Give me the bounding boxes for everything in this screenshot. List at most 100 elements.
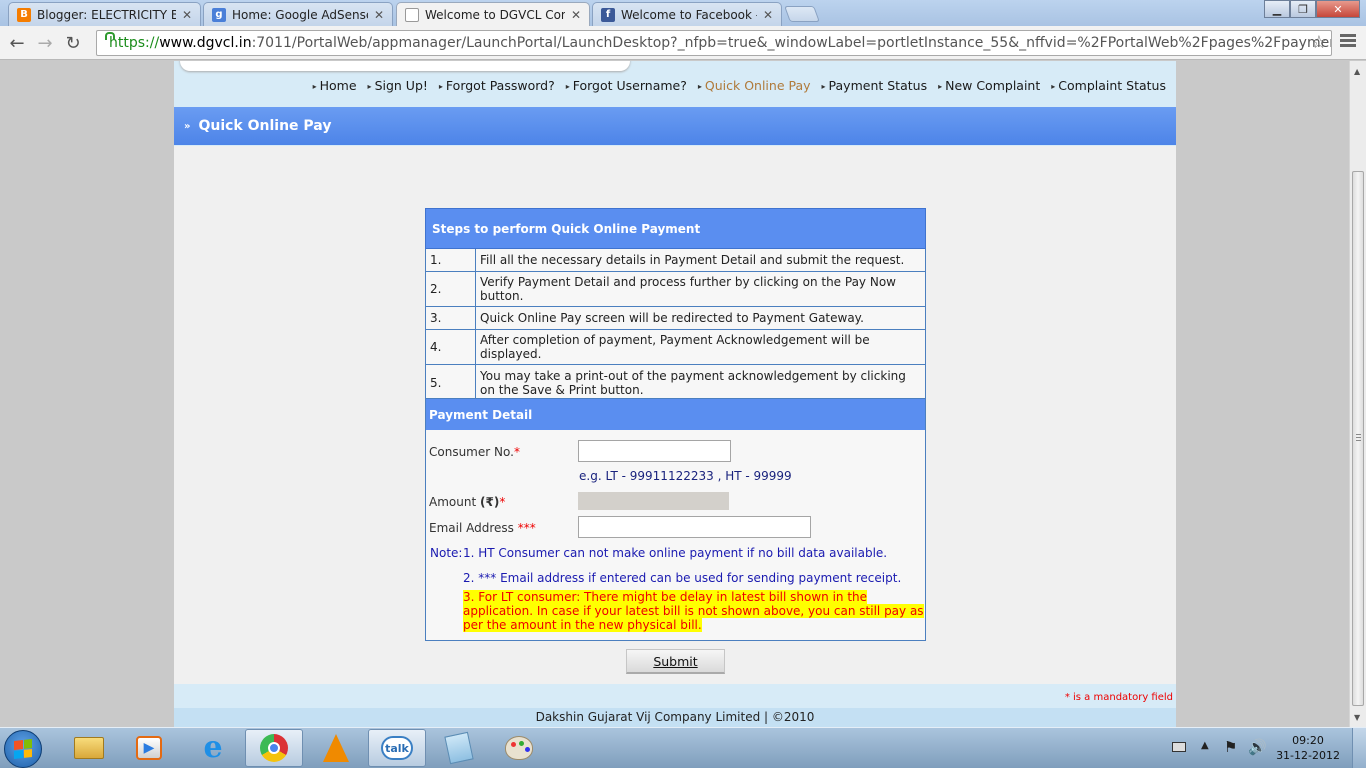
consumer-no-label: Consumer No.* <box>429 445 520 459</box>
portlet-header: » Quick Online Pay <box>174 107 1176 145</box>
close-icon[interactable]: ✕ <box>763 8 773 22</box>
start-button[interactable] <box>4 730 42 768</box>
vlc-icon[interactable] <box>307 729 365 767</box>
forward-arrow-icon[interactable]: → <box>34 32 56 54</box>
required-marker: * <box>513 445 520 459</box>
consumer-no-text: Consumer No. <box>429 445 514 459</box>
note-3: 3. For LT consumer: There might be delay… <box>463 590 925 632</box>
address-bar[interactable]: https://www.dgvcl.in:7011/PortalWeb/appm… <box>96 30 1332 56</box>
action-center-flag-icon[interactable]: ⚑ <box>1224 738 1237 756</box>
browser-tab-strip: B Blogger: ELECTRICITY BILL ✕ g Home: Go… <box>0 0 1366 26</box>
table-row: 2. Verify Payment Detail and process fur… <box>425 271 926 307</box>
close-icon[interactable]: ✕ <box>374 8 384 22</box>
close-window-button[interactable]: ✕ <box>1316 0 1360 18</box>
table-row: 5. You may take a print-out of the payme… <box>425 364 926 402</box>
nav-forgot-username[interactable]: Forgot Username? <box>566 78 687 93</box>
clock[interactable]: 09:20 31-12-2012 <box>1276 733 1340 763</box>
page-icon <box>405 7 419 22</box>
bookmark-star-icon[interactable]: ☆ <box>1311 32 1327 53</box>
amount-field <box>578 492 729 510</box>
gtalk-icon[interactable]: talk <box>368 729 426 767</box>
tab-title: Blogger: ELECTRICITY BILL <box>37 7 176 22</box>
vertical-scrollbar[interactable]: ▲ ▼ <box>1349 61 1366 727</box>
nav-forgot-password[interactable]: Forgot Password? <box>439 78 555 93</box>
paint-icon[interactable] <box>490 729 548 767</box>
nav-complaint-status[interactable]: Complaint Status <box>1051 78 1166 93</box>
page-viewport: Home Sign Up! Forgot Password? Forgot Us… <box>0 61 1349 727</box>
step-number: 3. <box>425 306 476 330</box>
email-input[interactable] <box>578 516 811 538</box>
explorer-icon[interactable] <box>60 729 118 767</box>
step-text: You may take a print-out of the payment … <box>475 364 926 402</box>
tab-blogger[interactable]: B Blogger: ELECTRICITY BILL ✕ <box>8 2 201 26</box>
payment-detail-form: Payment Detail Consumer No.* e.g. LT - 9… <box>425 398 926 641</box>
step-text: Quick Online Pay screen will be redirect… <box>475 306 926 330</box>
media-player-icon[interactable]: ▶ <box>120 729 178 767</box>
nav-sign-up[interactable]: Sign Up! <box>368 78 428 93</box>
blogger-icon: B <box>17 7 31 22</box>
mandatory-text: is a mandatory field <box>1069 692 1173 703</box>
chrome-icon[interactable] <box>245 729 303 767</box>
step-number: 5. <box>425 364 476 402</box>
nav-home[interactable]: Home <box>313 78 357 93</box>
show-hidden-icons-icon[interactable]: ▲ <box>1201 740 1209 751</box>
windows-taskbar: ▶ e talk ▲ ⚑ 🔊 09:20 31-12-2012 <box>0 727 1366 768</box>
email-label: Email Address *** <box>429 521 536 535</box>
tab-adsense[interactable]: g Home: Google AdSense ✕ <box>203 2 393 26</box>
amount-label: Amount (₹)* <box>429 495 505 509</box>
scroll-up-icon[interactable]: ▲ <box>1354 67 1360 76</box>
windows-logo-icon <box>14 739 32 759</box>
show-desktop-button[interactable] <box>1352 728 1366 768</box>
clock-time: 09:20 <box>1292 734 1324 747</box>
consumer-no-input[interactable] <box>578 440 731 462</box>
browser-toolbar: ← → ↻ https://www.dgvcl.in:7011/PortalWe… <box>0 26 1366 60</box>
step-number: 4. <box>425 329 476 365</box>
steps-table: Steps to perform Quick Online Payment 1.… <box>425 208 926 402</box>
nav-payment-status[interactable]: Payment Status <box>822 78 928 93</box>
url-path: :7011/PortalWeb/appmanager/LaunchPortal/… <box>251 35 1332 51</box>
close-icon[interactable]: ✕ <box>182 8 192 22</box>
window-controls: ▁ ❐ ✕ <box>1264 0 1360 18</box>
reload-icon[interactable]: ↻ <box>62 32 84 54</box>
top-navigation: Home Sign Up! Forgot Password? Forgot Us… <box>302 78 1166 93</box>
new-tab-button[interactable] <box>784 6 820 22</box>
tab-title: Welcome to DGVCL Consu <box>425 7 565 22</box>
google-icon: g <box>212 7 226 22</box>
menu-icon[interactable] <box>1340 34 1356 49</box>
tab-title: Welcome to Facebook - Lo <box>621 7 757 22</box>
nav-quick-online-pay[interactable]: Quick Online Pay <box>698 78 811 93</box>
facebook-icon: f <box>601 7 615 22</box>
amount-text: Amount <box>429 495 477 509</box>
url-host: www.dgvcl.in <box>159 35 252 51</box>
table-row: 1. Fill all the necessary details in Pay… <box>425 248 926 272</box>
required-marker: * <box>499 495 506 509</box>
page-footer: * is a mandatory field Dakshin Gujarat V… <box>174 684 1176 727</box>
submit-button[interactable]: Submit <box>626 649 725 674</box>
steps-header: Steps to perform Quick Online Payment <box>425 208 926 249</box>
volume-icon[interactable]: 🔊 <box>1248 738 1267 756</box>
restore-button[interactable]: ❐ <box>1290 0 1316 18</box>
close-icon[interactable]: ✕ <box>571 8 581 22</box>
keyboard-icon[interactable] <box>1172 742 1186 752</box>
note-label: Note: <box>430 546 463 560</box>
rupee-symbol: (₹) <box>479 495 500 509</box>
tab-facebook[interactable]: f Welcome to Facebook - Lo ✕ <box>592 2 782 26</box>
required-marker: *** <box>517 521 536 535</box>
step-text: Fill all the necessary details in Paymen… <box>475 248 926 272</box>
mandatory-note: * is a mandatory field <box>1065 692 1173 703</box>
nav-new-complaint[interactable]: New Complaint <box>938 78 1040 93</box>
table-row: 4. After completion of payment, Payment … <box>425 329 926 365</box>
internet-explorer-icon[interactable]: e <box>184 729 242 767</box>
scroll-down-icon[interactable]: ▼ <box>1354 713 1360 722</box>
scrollbar-thumb[interactable] <box>1352 171 1364 706</box>
step-text: After completion of payment, Payment Ack… <box>475 329 926 365</box>
double-chevron-icon: » <box>184 120 191 132</box>
minimize-button[interactable]: ▁ <box>1264 0 1290 18</box>
page-title: Quick Online Pay <box>198 118 332 134</box>
notepad-icon[interactable] <box>430 729 488 767</box>
step-number: 2. <box>425 271 476 307</box>
note-3-text: 3. For LT consumer: There might be delay… <box>463 590 924 632</box>
note-2: 2. *** Email address if entered can be u… <box>463 571 902 585</box>
tab-dgvcl[interactable]: Welcome to DGVCL Consu ✕ <box>396 2 590 26</box>
back-arrow-icon[interactable]: ← <box>6 32 28 54</box>
